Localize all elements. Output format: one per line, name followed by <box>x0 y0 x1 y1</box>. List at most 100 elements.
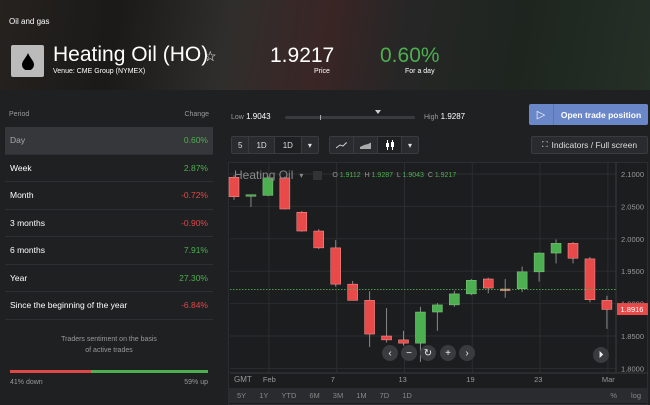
range-button-6m[interactable]: 6M <box>309 391 319 400</box>
series-dropdown-icon[interactable]: ▾ <box>299 171 303 180</box>
ohlc-readout: O 1.9112 H 1.9287 L 1.9043 C 1.9217 <box>332 171 457 179</box>
current-price-marker-icon <box>375 110 381 114</box>
sentiment-line-1: Traders sentiment on the basis <box>61 335 157 343</box>
day-change-label: For a day <box>405 68 435 75</box>
play-icon: ▷ <box>529 104 554 125</box>
scroll-right-button[interactable]: › <box>459 345 475 361</box>
candle-body <box>550 243 562 254</box>
range-button-1d[interactable]: 1D <box>402 391 412 400</box>
instrument-title: Heating Oil (HO) <box>53 43 209 66</box>
day-high: High 1.9287 <box>424 112 465 121</box>
low-label: Low <box>231 114 244 121</box>
period-label: Week <box>10 162 32 173</box>
timezone-label: GMT <box>234 375 252 384</box>
high-label: High <box>424 114 439 121</box>
period-row[interactable]: 6 months 7.91% <box>5 237 213 265</box>
change-header: Change <box>184 111 209 118</box>
fullscreen-icon: ⛶ <box>541 140 548 149</box>
range-button-1m[interactable]: 1M <box>356 391 366 400</box>
range-button-ytd[interactable]: YTD <box>281 391 296 400</box>
x-tick-label: 23 <box>534 375 543 384</box>
range-button-5y[interactable]: 5Y <box>237 391 246 400</box>
day-range-slider <box>285 115 415 120</box>
candle-body <box>415 311 426 344</box>
indicators-fullscreen-button[interactable]: ⛶ Indicators / Full screen <box>531 136 648 154</box>
period-row[interactable]: Year 27.30% <box>5 265 213 292</box>
x-tick-label: Mar <box>601 375 615 384</box>
candle-body <box>449 293 460 306</box>
period-change: 0.60% <box>183 135 208 146</box>
interval-dropdown-icon[interactable]: ▾ <box>302 137 318 153</box>
range-bar: 5Y 1Y YTD 6M 3M 1M 7D 1D% log <box>229 388 647 403</box>
period-row[interactable]: Month -0.72% <box>5 182 213 210</box>
candle-body <box>516 271 528 289</box>
candle-body <box>398 339 409 344</box>
x-tick-label: 13 <box>398 375 407 384</box>
interval-1d-selected-button[interactable]: 1D <box>274 137 302 153</box>
period-change: 27.30% <box>179 272 208 283</box>
open-trade-button[interactable]: ▷ Open trade position <box>529 104 648 125</box>
candle-body <box>567 243 579 259</box>
series-name[interactable]: Heating Oil <box>234 168 293 182</box>
interval-1d-button[interactable]: 1D <box>249 137 275 153</box>
candlestick-chart-icon[interactable] <box>378 137 402 153</box>
sentiment-down-fill <box>10 369 92 373</box>
sentiment-down: 41% down <box>10 378 43 386</box>
period-change: -0.90% <box>181 217 208 228</box>
period-label: Month <box>10 190 34 201</box>
candle-body <box>432 304 443 313</box>
y-tick-label: 2.1000 <box>621 170 644 179</box>
zoom-in-button[interactable]: + <box>440 345 456 361</box>
candle-body <box>296 211 308 232</box>
range-button-7d[interactable]: 7D <box>380 391 390 400</box>
zoom-out-button[interactable]: − <box>401 345 417 361</box>
period-panel: Period Change Day 0.60% Week 2.87% Month -0.72… <box>5 100 213 405</box>
period-label: 3 months <box>10 217 45 228</box>
candle-body <box>466 280 477 295</box>
category-label: Oil and gas <box>9 17 50 26</box>
line-chart-icon[interactable] <box>330 137 354 153</box>
period-change: -0.72% <box>181 190 208 201</box>
sentiment-up: 59% up <box>184 378 208 386</box>
chart-type-dropdown-icon[interactable]: ▾ <box>402 137 418 153</box>
favorite-star-icon[interactable]: ☆ <box>204 48 217 65</box>
candlestick-plot[interactable]: 2.10002.05002.00001.95001.90001.85001.80… <box>228 162 648 374</box>
y-tick-label: 2.0000 <box>621 235 644 244</box>
oil-drop-icon <box>11 45 44 77</box>
candle-body <box>279 177 291 210</box>
last-price-label: 1.8916 <box>621 305 644 314</box>
period-change: 2.87% <box>183 162 208 173</box>
indicators-label: Indicators / Full screen <box>551 140 638 150</box>
price-value: 1.9217 <box>270 44 335 67</box>
period-row[interactable]: 3 months -0.90% <box>5 210 213 237</box>
candle-body <box>533 252 545 273</box>
range-button-1y[interactable]: 1Y <box>259 391 268 400</box>
price-label: Price <box>314 68 330 75</box>
percent-toggle[interactable]: % <box>610 391 617 400</box>
candle-body <box>601 300 613 310</box>
candle-body <box>245 194 257 197</box>
reset-chart-button[interactable]: ↻ <box>420 345 436 361</box>
period-row[interactable]: Day 0.60% <box>5 127 213 155</box>
candle-body <box>584 258 596 300</box>
candle-body <box>381 335 392 341</box>
sentiment-line-2: of active trades <box>85 346 133 354</box>
candle-body <box>483 278 494 289</box>
area-chart-icon[interactable] <box>354 137 378 153</box>
y-tick-label: 2.0500 <box>621 202 644 211</box>
log-toggle[interactable]: log <box>631 391 641 400</box>
period-row[interactable]: Since the beginning of the year -6.84% <box>5 292 213 320</box>
visibility-eye-icon[interactable] <box>313 170 323 180</box>
range-button-3m[interactable]: 3M <box>333 391 343 400</box>
hero-banner: Oil and gas Heating Oil (HO) ☆ Venue: CM… <box>0 0 650 90</box>
period-row[interactable]: Week 2.87% <box>5 155 213 182</box>
y-tick-label: 1.9500 <box>621 267 644 276</box>
interval-5-button[interactable]: 5 <box>232 137 250 153</box>
x-tick-label: 7 <box>330 375 335 384</box>
day-change-value: 0.60% <box>380 44 440 67</box>
y-tick-label: 1.8000 <box>621 364 644 373</box>
x-tick-label: Feb <box>262 375 276 384</box>
candle-body <box>364 300 375 335</box>
scroll-left-button[interactable]: ‹ <box>382 345 398 361</box>
go-to-latest-button[interactable]: ⏵ <box>593 347 609 363</box>
